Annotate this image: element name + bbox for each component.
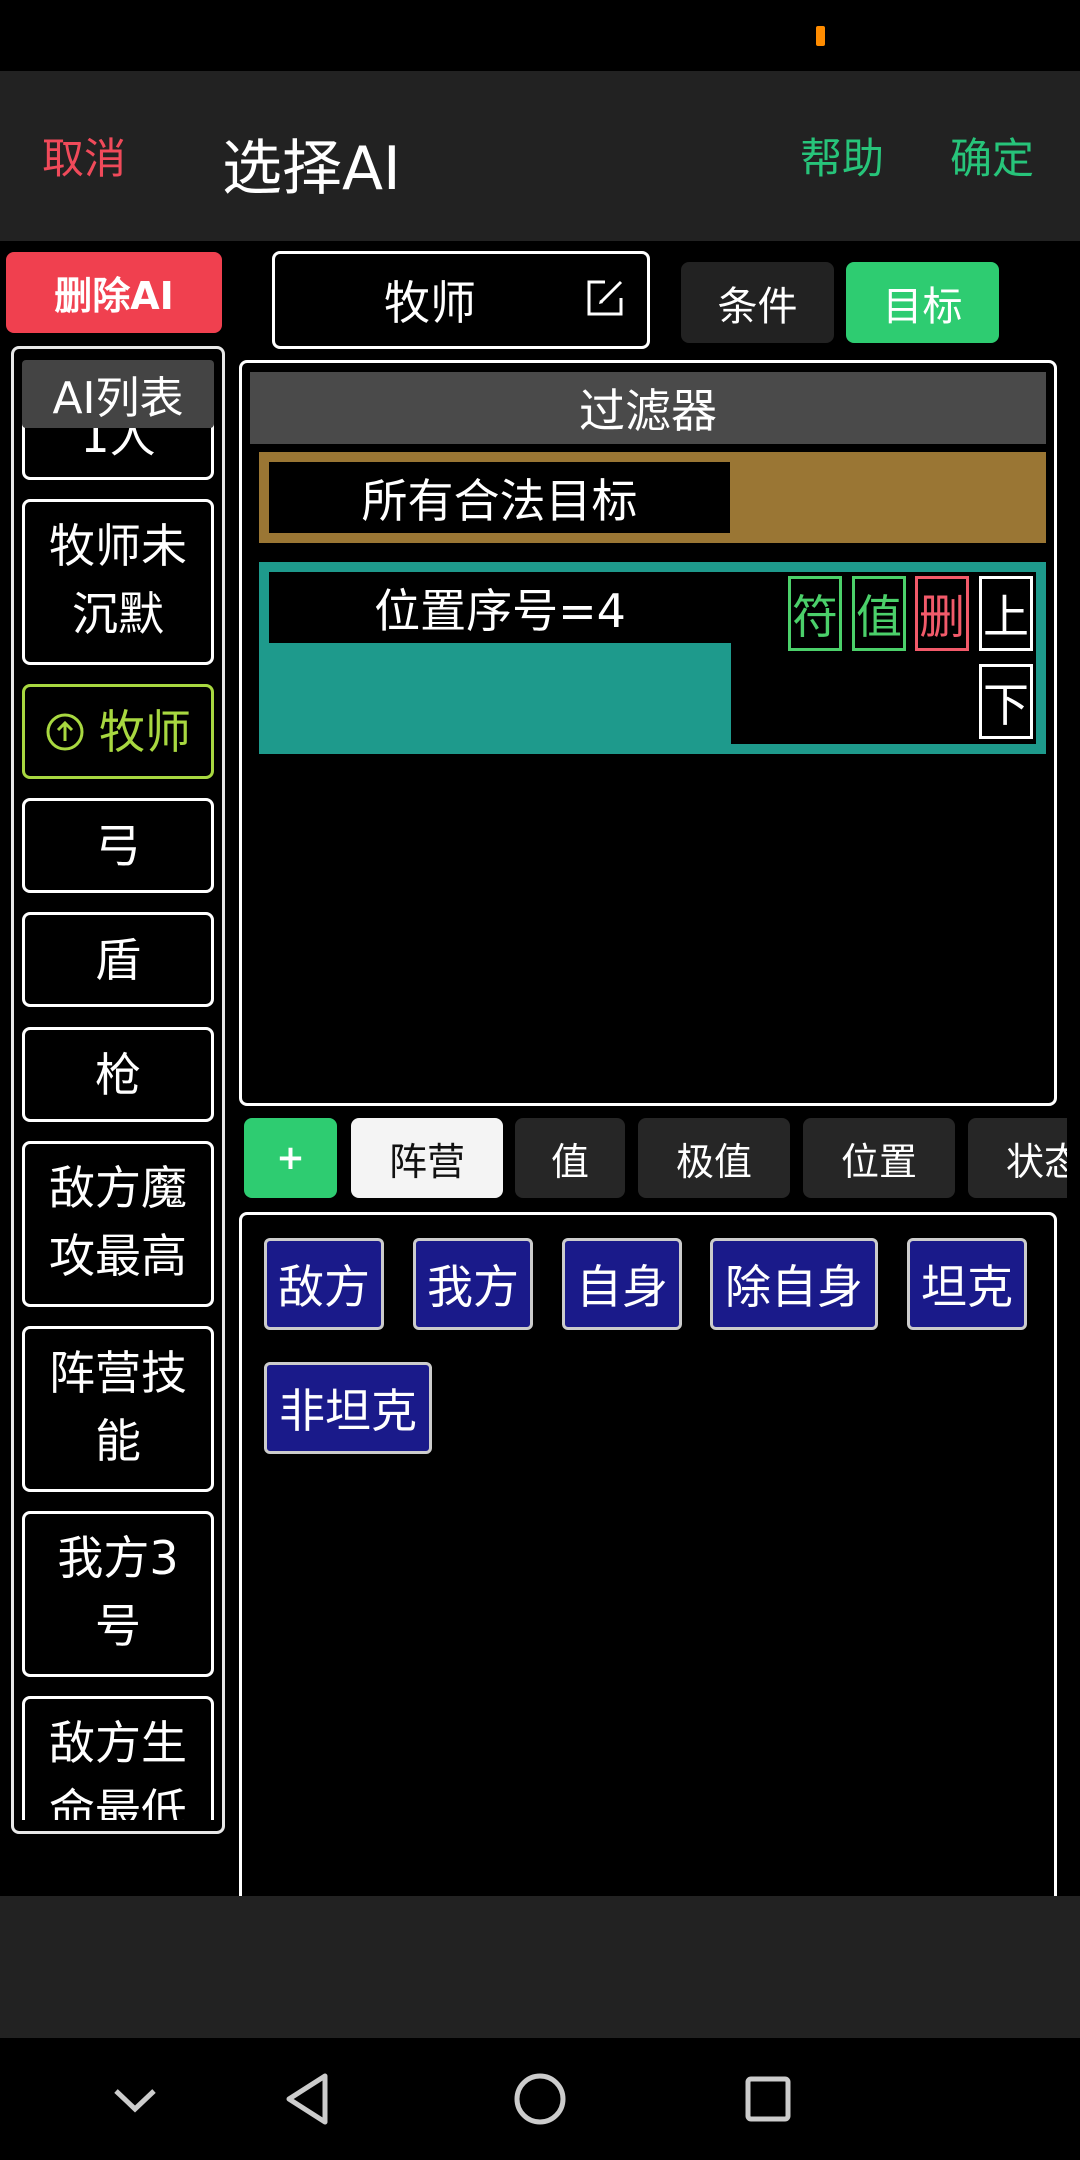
option-button[interactable]: 自身 — [562, 1238, 682, 1330]
ai-list-item[interactable]: 盾 — [22, 912, 214, 1007]
filter-item-label: 所有合法目标 — [269, 462, 730, 533]
ai-list-item[interactable]: 我方3 号 — [22, 1511, 214, 1677]
ai-list-item[interactable]: 牧师未 沉默 — [22, 499, 214, 665]
ai-item-label: 枪 — [95, 1047, 141, 1102]
option-button[interactable]: 敌方 — [264, 1238, 384, 1330]
arrow-up-circle-icon — [46, 713, 84, 750]
option-button[interactable]: 除自身 — [710, 1238, 878, 1330]
page-title: 选择AI — [222, 134, 401, 204]
ai-name-field[interactable]: 牧师 — [272, 251, 650, 349]
ai-list-item-selected[interactable]: 牧师 — [22, 684, 214, 779]
ai-list-item[interactable]: 敌方生 命最低 — [22, 1696, 214, 1820]
move-down-button[interactable]: 下 — [979, 664, 1033, 739]
delete-ai-button[interactable]: 删除AI — [6, 252, 222, 333]
filter-header: 过滤器 — [250, 372, 1046, 444]
bottom-spacer — [0, 1896, 1080, 2038]
recents-icon[interactable] — [744, 2075, 792, 2123]
ai-item-label: 弓 — [95, 818, 141, 873]
app-header — [0, 71, 1080, 241]
option-button[interactable]: 坦克 — [907, 1238, 1027, 1330]
ai-list-item[interactable]: 弓 — [22, 798, 214, 893]
category-tab-bar[interactable]: + 阵营 值 极值 位置 状态 — [0, 1108, 1067, 1208]
filter-delete-button[interactable]: 删 — [915, 576, 969, 651]
filter-value-button[interactable]: 值 — [852, 576, 906, 651]
home-icon[interactable] — [513, 2072, 567, 2126]
filter-item-label: 位置序号=4 — [269, 572, 731, 643]
option-button[interactable]: 非坦克 — [264, 1362, 432, 1454]
ai-item-label: 命最低 — [49, 1784, 187, 1820]
ai-name-label: 牧师 — [384, 276, 476, 330]
move-up-button[interactable]: 上 — [979, 576, 1033, 651]
chevron-down-icon[interactable] — [110, 2083, 160, 2115]
edit-icon[interactable] — [585, 278, 625, 318]
category-tab-value[interactable]: 值 — [515, 1118, 625, 1198]
ai-list-item[interactable]: 阵营技 能 — [22, 1326, 214, 1492]
ai-item-label: 盾 — [95, 932, 141, 987]
back-icon[interactable] — [283, 2071, 333, 2127]
add-filter-button[interactable]: + — [244, 1118, 337, 1198]
confirm-button[interactable]: 确定 — [950, 125, 1034, 186]
ai-list-header: AI列表 — [22, 360, 214, 428]
tab-target[interactable]: 目标 — [846, 262, 999, 343]
ai-item-label: 阵营技 — [49, 1346, 187, 1400]
help-button[interactable]: 帮助 — [800, 125, 884, 186]
category-tab-status[interactable]: 状态 — [968, 1118, 1067, 1198]
ai-item-label: 号 — [95, 1599, 141, 1653]
ai-item-label: 能 — [95, 1414, 141, 1468]
filter-symbol-button[interactable]: 符 — [788, 576, 842, 651]
ai-item-label: 沉默 — [72, 587, 164, 641]
ai-item-label: 牧师未 — [49, 519, 187, 573]
option-button[interactable]: 我方 — [413, 1238, 533, 1330]
tab-condition[interactable]: 条件 — [681, 262, 834, 343]
battery-icon — [816, 26, 825, 46]
ai-item-label: 敌方生 — [49, 1716, 187, 1770]
ai-item-label: 我方3 — [57, 1531, 179, 1585]
cancel-button[interactable]: 取消 — [42, 125, 126, 186]
category-tab-camp[interactable]: 阵营 — [351, 1118, 503, 1198]
ai-item-label: 攻最高 — [49, 1229, 187, 1283]
system-nav-bar — [0, 2038, 1080, 2160]
ai-item-label: 牧师 — [99, 704, 191, 759]
category-tab-position[interactable]: 位置 — [803, 1118, 955, 1198]
category-tab-extreme[interactable]: 极值 — [638, 1118, 790, 1198]
status-bar — [0, 0, 1080, 71]
